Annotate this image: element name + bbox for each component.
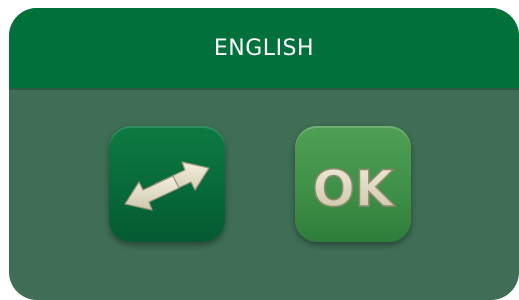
dialog-header: ENGLISH: [9, 8, 519, 88]
ok-glyph: OK: [312, 159, 397, 219]
language-dialog: ENGLISH OK: [9, 8, 519, 300]
swap-arrows-icon: [124, 161, 210, 211]
swap-language-button[interactable]: [109, 126, 225, 242]
ok-button[interactable]: OK: [295, 126, 411, 242]
ok-label: OK: [312, 160, 396, 218]
header-divider: [9, 88, 519, 90]
dialog-title: ENGLISH: [213, 35, 315, 61]
